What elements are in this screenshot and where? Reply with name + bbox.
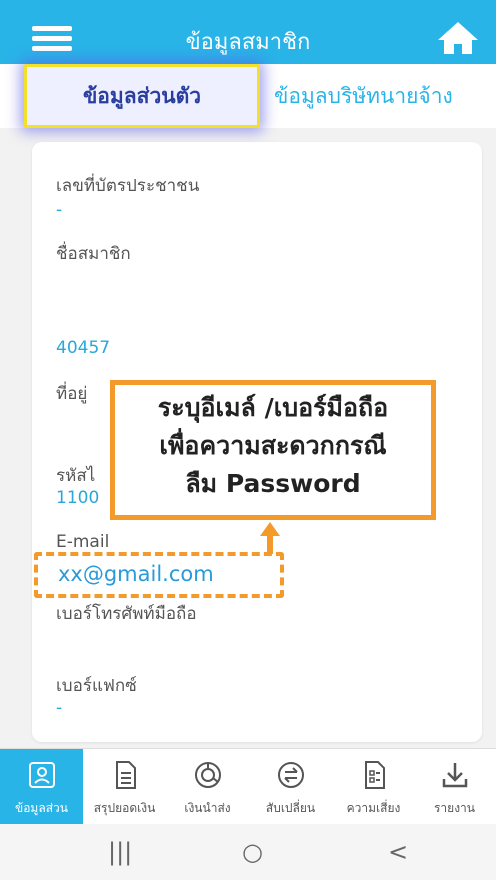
- email-value[interactable]: xx@gmail.com: [58, 562, 214, 586]
- bottom-nav: ข้อมูลส่วน สรุปยอดเงิน เงินนำส่ง สับเปลี…: [0, 748, 496, 825]
- nav-label-contribution: เงินนำส่ง: [184, 801, 231, 815]
- tab-personal-info[interactable]: ข้อมูลส่วนตัว: [24, 64, 260, 128]
- switch-icon: [277, 762, 304, 788]
- nav-label-switch: สับเปลี่ยน: [265, 801, 316, 815]
- nav-item-report[interactable]: รายงาน: [413, 749, 496, 825]
- mobile-label: เบอร์โทรศัพท์มือถือ: [56, 604, 197, 624]
- download-icon: [442, 763, 467, 788]
- pie-chart-icon: [194, 762, 221, 788]
- page-title: ข้อมูลสมาชิก: [185, 30, 311, 55]
- member-name-value: 40457: [56, 338, 111, 358]
- address-label: ที่อยู่: [56, 384, 88, 404]
- tab-bar: ข้อมูลส่วนตัว ข้อมูลบริษัทนายจ้าง: [0, 64, 496, 128]
- id-card-value: -: [56, 200, 63, 220]
- fax-label: เบอร์แฟกซ์: [56, 676, 137, 696]
- system-nav-bar: ||| ○ <: [0, 824, 496, 880]
- document-icon: [115, 761, 136, 789]
- profile-card-icon: [28, 762, 55, 788]
- callout-line-1: ระบุอีเมล์ /เบอร์มือถือ: [157, 393, 389, 422]
- postal-value: 1100: [56, 488, 100, 508]
- member-name-label: ชื่อสมาชิก: [56, 244, 131, 264]
- callout-line-3: ลืม Password: [185, 469, 361, 498]
- recents-button[interactable]: |||: [108, 838, 132, 866]
- nav-label-risk: ความเสี่ยง: [346, 801, 401, 815]
- nav-label-report: รายงาน: [433, 801, 475, 815]
- system-home-button[interactable]: ○: [242, 838, 263, 866]
- nav-item-profile[interactable]: ข้อมูลส่วน: [0, 749, 83, 825]
- nav-item-contribution[interactable]: เงินนำส่ง: [166, 749, 249, 825]
- fax-value: -: [56, 698, 63, 718]
- nav-item-risk[interactable]: ความเสี่ยง: [332, 749, 415, 825]
- nav-item-switch[interactable]: สับเปลี่ยน: [249, 749, 332, 825]
- postal-label: รหัสไ: [56, 466, 96, 486]
- email-label: E-mail: [56, 532, 110, 552]
- tab-employer-info[interactable]: ข้อมูลบริษัทนายจ้าง: [274, 64, 496, 128]
- nav-label-summary: สรุปยอดเงิน: [93, 801, 156, 815]
- back-button[interactable]: <: [388, 838, 408, 866]
- callout-arrow-head: [260, 522, 280, 536]
- nav-item-summary[interactable]: สรุปยอดเงิน: [83, 749, 166, 825]
- hint-callout: ระบุอีเมล์ /เบอร์มือถือ เพื่อความสะดวกกร…: [110, 380, 436, 520]
- id-card-label: เลขที่บัตรประชาชน: [56, 176, 200, 196]
- home-icon[interactable]: [436, 20, 480, 56]
- nav-label-profile: ข้อมูลส่วน: [15, 801, 68, 815]
- risk-document-icon: [364, 761, 385, 789]
- callout-line-2: เพื่อความสะดวกกรณี: [159, 431, 387, 460]
